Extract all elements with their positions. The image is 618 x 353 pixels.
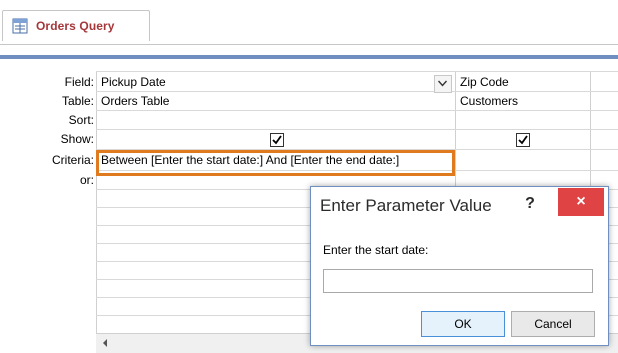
checkmark-icon xyxy=(272,135,282,145)
scroll-left-icon[interactable] xyxy=(98,336,112,350)
tab-orders-query[interactable]: Orders Query xyxy=(2,10,150,41)
grid-line xyxy=(96,110,618,111)
tab-divider xyxy=(0,44,618,45)
show-checkbox[interactable] xyxy=(516,133,530,147)
row-label-show: Show: xyxy=(60,132,94,146)
close-button[interactable]: × xyxy=(558,188,604,216)
dialog-body: Enter the start date: OK Cancel xyxy=(311,225,608,345)
parameter-prompt: Enter the start date: xyxy=(323,243,429,257)
document-tab-strip: Orders Query xyxy=(0,0,618,44)
field-cell[interactable]: Zip Code xyxy=(460,75,509,89)
field-dropdown-button[interactable] xyxy=(434,75,452,93)
row-label-field: Field: xyxy=(64,75,94,89)
pane-splitter[interactable] xyxy=(0,55,618,59)
row-label-table: Table: xyxy=(61,94,94,108)
grid-line xyxy=(96,129,618,130)
checkmark-icon xyxy=(518,135,528,145)
dialog-title: Enter Parameter Value xyxy=(320,196,492,215)
row-label-criteria: Criteria: xyxy=(51,153,94,167)
tab-label: Orders Query xyxy=(36,19,115,33)
table-cell[interactable]: Customers xyxy=(460,94,518,108)
chevron-down-icon xyxy=(438,80,447,87)
parameter-input[interactable] xyxy=(323,269,593,293)
parameter-dialog: Enter Parameter Value ? × Enter the star… xyxy=(310,186,609,346)
cancel-button[interactable]: Cancel xyxy=(511,311,595,337)
ok-button[interactable]: OK xyxy=(421,311,505,337)
help-button[interactable]: ? xyxy=(520,192,540,216)
show-checkbox[interactable] xyxy=(270,133,284,147)
grid-line xyxy=(96,91,618,92)
dialog-title-bar[interactable]: Enter Parameter Value ? × xyxy=(311,187,608,224)
row-label-sort: Sort: xyxy=(68,113,94,127)
grid-line xyxy=(96,71,618,72)
query-icon xyxy=(12,18,28,34)
row-label-or: or: xyxy=(79,173,94,187)
field-cell[interactable]: Pickup Date xyxy=(101,75,166,89)
table-cell[interactable]: Orders Table xyxy=(101,94,169,108)
criteria-highlight xyxy=(96,150,455,176)
